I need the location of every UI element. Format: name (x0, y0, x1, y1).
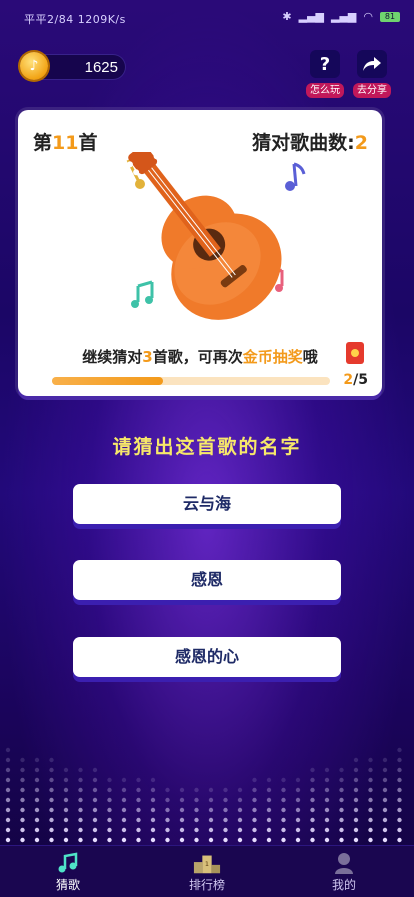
tab-label: 猜歌 (55, 878, 80, 892)
status-right: ✱ ▂▄▆ ▂▄▆ ◠ 81 (282, 10, 400, 23)
bottom-tab-bar: 猜歌 1 排行榜 我的 (0, 845, 414, 897)
answer-option-2[interactable]: 感恩 (73, 560, 341, 600)
signal-icon: ▂▄▆ (298, 10, 324, 23)
share-label: 去分享 (353, 83, 391, 98)
level-number: 11 (52, 132, 79, 154)
tip-number: 3 (142, 348, 153, 366)
guessed-number: 2 (354, 132, 368, 154)
podium-icon: 1 (193, 850, 221, 876)
tab-leaderboard[interactable]: 1 排行榜 (167, 846, 247, 897)
coin-balance: ♪ 1625 (20, 52, 126, 80)
music-note-icon (285, 162, 306, 191)
progress-bar (52, 377, 330, 385)
coin-icon: ♪ (20, 52, 48, 80)
guitar-icon[interactable] (116, 152, 306, 332)
progress-count: 2/5 (343, 372, 368, 388)
tab-label: 我的 (331, 878, 356, 892)
help-label: 怎么玩 (306, 83, 344, 98)
level-prefix: 第 (33, 132, 53, 154)
coin-amount: 1625 (84, 59, 118, 76)
tab-label: 排行榜 (188, 878, 225, 892)
level-indicator: 第11首 (33, 128, 97, 155)
tab-mine[interactable]: 我的 (304, 846, 384, 897)
tip-text-b: 首歌，可再次 (152, 348, 243, 366)
answer-option-3[interactable]: 感恩的心 (73, 637, 341, 677)
signal-icon-2: ▂▄▆ (331, 10, 357, 23)
share-button[interactable]: 去分享 (352, 50, 392, 98)
status-left-text: 平平2/84 1209K/s (24, 13, 126, 26)
svg-text:1: 1 (205, 860, 209, 868)
red-packet-icon[interactable] (346, 342, 364, 364)
bluetooth-icon: ✱ (282, 10, 292, 23)
music-note-icon (54, 850, 82, 876)
progress-total: /5 (353, 372, 368, 388)
status-bar: 平平2/84 1209K/s ✱ ▂▄▆ ▂▄▆ ◠ 81 (0, 0, 414, 34)
wifi-icon: ◠ (363, 10, 373, 23)
tab-guess-song[interactable]: 猜歌 (28, 846, 108, 897)
tip-text-a: 继续猜对 (82, 348, 143, 366)
progress-current: 2 (343, 372, 354, 388)
question-title: 请猜出这首歌的名字 (112, 436, 302, 458)
reward-tip: 继续猜对3首歌，可再次金币抽奖哦 (18, 346, 382, 367)
music-note-icon (131, 280, 154, 308)
user-icon (330, 850, 358, 876)
help-button[interactable]: ? 怎么玩 (305, 50, 345, 98)
question-mark-icon: ? (310, 50, 340, 78)
stage-lights-decoration (5, 747, 402, 843)
guessed-label: 猜对歌曲数: (252, 132, 355, 154)
answer-option-1[interactable]: 云与海 (73, 484, 341, 524)
guessed-count: 猜对歌曲数:2 (252, 128, 368, 155)
progress-fill (52, 377, 164, 385)
tip-highlight: 金币抽奖 (242, 348, 303, 366)
battery-icon: 81 (380, 11, 400, 22)
level-suffix: 首 (78, 132, 98, 154)
music-note-icon (135, 179, 145, 189)
song-card: 第11首 猜对歌曲数:2 继续猜对3首歌，可再次金币抽奖哦 2/5 (18, 110, 382, 396)
tip-text-d: 哦 (302, 348, 318, 366)
share-arrow-icon (357, 50, 387, 78)
